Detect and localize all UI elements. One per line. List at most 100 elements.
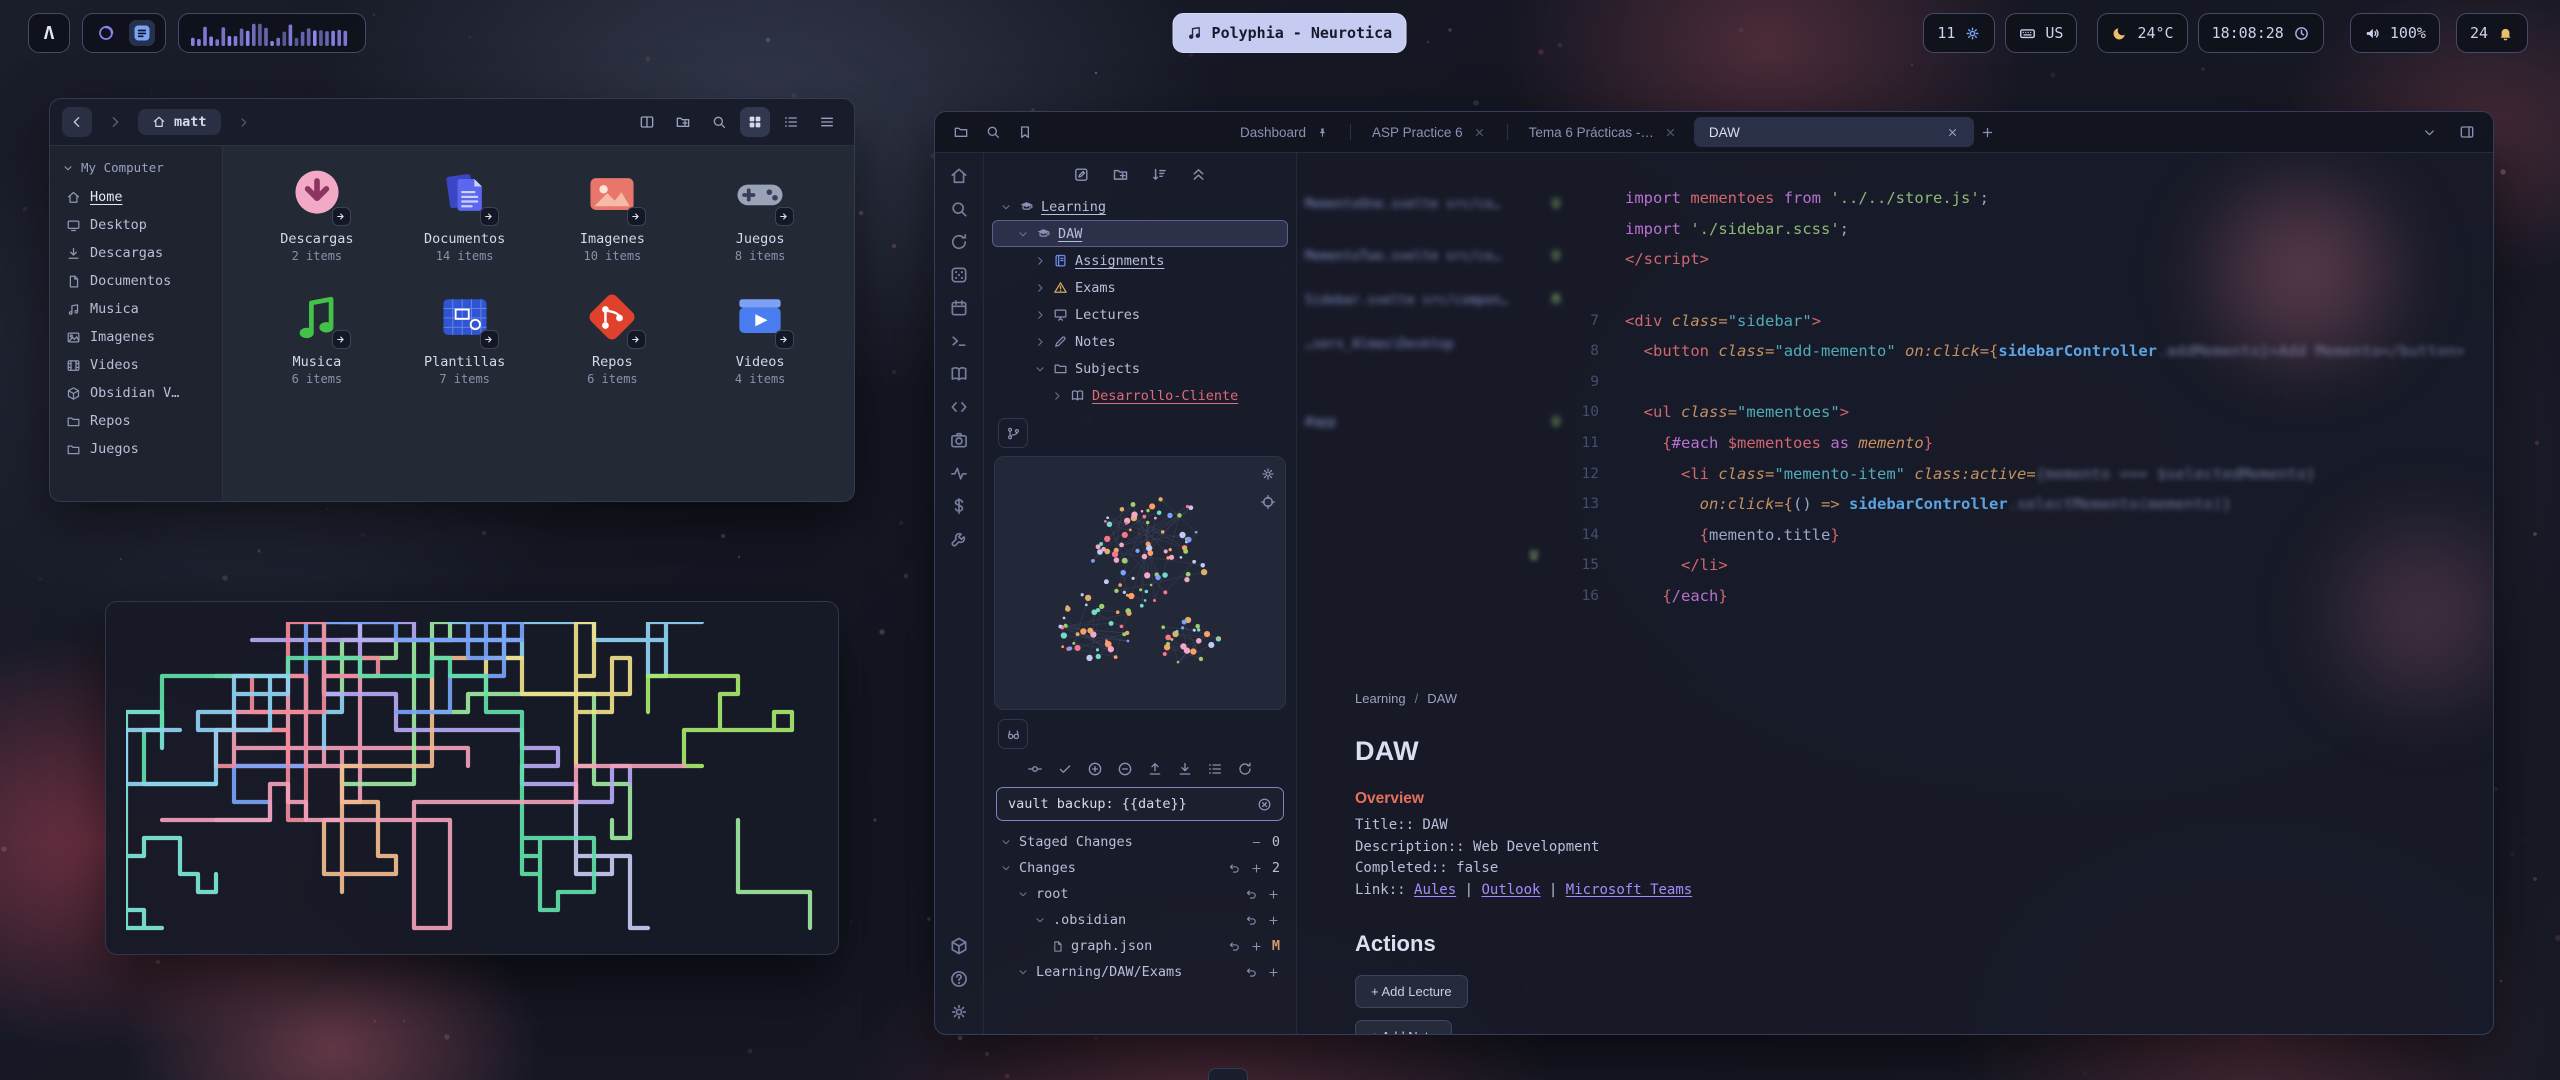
folder-item-imagenes[interactable]: Imagenes10 items	[539, 164, 687, 263]
git-plus-circle-button[interactable]	[1087, 761, 1103, 777]
graph-filter-button[interactable]	[998, 719, 1028, 749]
edit-button[interactable]	[1073, 166, 1090, 183]
back-button[interactable]	[62, 107, 92, 137]
sidebar-item-obsidian-v[interactable]: Obsidian V…	[50, 379, 222, 407]
git-download-button[interactable]	[1177, 761, 1193, 777]
module-notifications[interactable]: 24	[2456, 13, 2528, 53]
tab-asp-practice-6[interactable]: ASP Practice 6	[1357, 117, 1501, 147]
button-add-lecture[interactable]: + Add Lecture	[1355, 975, 1468, 1008]
folder-plus-button[interactable]	[668, 107, 698, 137]
tab-daw[interactable]: DAW	[1694, 117, 1974, 147]
new-tab-button[interactable]	[1974, 118, 2002, 146]
sidebar-item-videos[interactable]: Videos	[50, 351, 222, 379]
forward-button[interactable]	[100, 107, 130, 137]
folder-item-videos[interactable]: Videos4 items	[686, 287, 834, 386]
git-minus-circle-button[interactable]	[1117, 761, 1133, 777]
module-volume[interactable]: 100%	[2350, 13, 2440, 53]
sidebar-item-repos[interactable]: Repos	[50, 407, 222, 435]
sidebar-header[interactable]: My Computer	[50, 154, 222, 183]
tree-item-exams[interactable]: Exams	[992, 274, 1288, 301]
sidebar-item-documentos[interactable]: Documentos	[50, 267, 222, 295]
discard-icon[interactable]	[1228, 940, 1241, 953]
tab-list-button[interactable]	[2415, 118, 2443, 146]
chevron-down-icon[interactable]	[1000, 836, 1012, 848]
stage-icon[interactable]	[1267, 888, 1280, 901]
folder-plus-button[interactable]	[1112, 166, 1129, 183]
chevron-right-icon[interactable]	[1034, 282, 1046, 294]
chevron-right-icon[interactable]	[1051, 390, 1063, 402]
ribbon-activity-button[interactable]	[949, 463, 969, 483]
chevron-down-icon[interactable]	[1034, 363, 1046, 375]
link-outlook[interactable]: Outlook	[1481, 882, 1540, 898]
breadcrumb-part[interactable]: Learning	[1355, 691, 1406, 706]
folder-button[interactable]	[947, 118, 975, 146]
ribbon-help-button[interactable]	[949, 969, 969, 989]
git-branch-button[interactable]	[998, 418, 1028, 448]
ribbon-home-button[interactable]	[949, 166, 969, 186]
ribbon-wrench-button[interactable]	[949, 529, 969, 549]
close-tab-icon[interactable]	[1946, 126, 1959, 139]
tab-tema-6-pr-cticas[interactable]: Tema 6 Prácticas -…	[1514, 117, 1692, 147]
stage-icon[interactable]	[1250, 862, 1263, 875]
local-graph-panel[interactable]	[994, 456, 1286, 710]
git-row-graph-json[interactable]: graph.jsonM	[992, 933, 1288, 959]
ribbon-gear-button[interactable]	[949, 1002, 969, 1022]
graph-gear-button[interactable]	[1260, 466, 1276, 482]
discard-icon[interactable]	[1245, 966, 1258, 979]
chevron-right-icon[interactable]	[1034, 255, 1046, 267]
tree-item-lectures[interactable]: Lectures	[992, 301, 1288, 328]
link-aules[interactable]: Aules	[1414, 882, 1456, 898]
toggle-right-sidebar-button[interactable]	[2453, 118, 2481, 146]
workspace-indicator-1[interactable]	[93, 20, 119, 46]
folder-item-descargas[interactable]: Descargas2 items	[243, 164, 391, 263]
chevron-right-icon[interactable]	[1034, 309, 1046, 321]
tree-item-notes[interactable]: Notes	[992, 328, 1288, 355]
ribbon-box-button[interactable]	[949, 936, 969, 956]
module-keyboard-layout[interactable]: US	[2005, 13, 2077, 53]
folder-item-plantillas[interactable]: Plantillas7 items	[391, 287, 539, 386]
discard-icon[interactable]	[1228, 862, 1241, 875]
folder-item-repos[interactable]: Repos6 items	[539, 287, 687, 386]
ribbon-terminal-button[interactable]	[949, 331, 969, 351]
ribbon-book-button[interactable]	[949, 364, 969, 384]
tree-item-learning[interactable]: Learning	[992, 193, 1288, 220]
folder-item-juegos[interactable]: Juegos8 items	[686, 164, 834, 263]
grid-button[interactable]	[740, 107, 770, 137]
git-row-changes[interactable]: Changes2	[992, 855, 1288, 881]
commit-message-input[interactable]: vault backup: {{date}}	[996, 787, 1284, 821]
close-tab-icon[interactable]	[1664, 126, 1677, 139]
button-add-note[interactable]: + Add Note	[1355, 1020, 1452, 1034]
sidebar-item-home[interactable]: Home	[50, 183, 222, 211]
module-clock[interactable]: 18:08:28	[2198, 13, 2324, 53]
ribbon-camera-button[interactable]	[949, 430, 969, 450]
module-weather[interactable]: 24°C	[2097, 13, 2187, 53]
chevron-down-icon[interactable]	[1017, 966, 1029, 978]
git-row-root[interactable]: root	[992, 881, 1288, 907]
ribbon-code-button[interactable]	[949, 397, 969, 417]
workspace-indicator-2[interactable]	[129, 20, 155, 46]
search-button[interactable]	[704, 107, 734, 137]
columns-button[interactable]	[632, 107, 662, 137]
list-button[interactable]	[776, 107, 806, 137]
git-commit-button[interactable]	[1027, 761, 1043, 777]
ribbon-search-button[interactable]	[949, 199, 969, 219]
launcher-button[interactable]: Λ	[28, 13, 70, 53]
now-playing-widget[interactable]: Polyphia - Neurotica	[1173, 13, 1407, 53]
git-refresh-button[interactable]	[1237, 761, 1253, 777]
tree-item-subjects[interactable]: Subjects	[992, 355, 1288, 382]
module-updates[interactable]: 11	[1923, 13, 1995, 53]
folder-item-musica[interactable]: Musica6 items	[243, 287, 391, 386]
ribbon-dollar-button[interactable]	[949, 496, 969, 516]
ribbon-dice-button[interactable]	[949, 265, 969, 285]
git-row-obsidian[interactable]: .obsidian	[992, 907, 1288, 933]
link-microsoft-teams[interactable]: Microsoft Teams	[1566, 882, 1692, 898]
stage-icon[interactable]	[1250, 940, 1263, 953]
sidebar-item-musica[interactable]: Musica	[50, 295, 222, 323]
menu-button[interactable]	[812, 107, 842, 137]
search-button[interactable]	[979, 118, 1007, 146]
clear-input-icon[interactable]	[1257, 797, 1272, 812]
breadcrumb[interactable]: matt	[138, 109, 221, 135]
sidebar-item-imagenes[interactable]: Imagenes	[50, 323, 222, 351]
chevron-down-icon[interactable]	[1034, 914, 1046, 926]
chevron-right-icon[interactable]	[1034, 336, 1046, 348]
